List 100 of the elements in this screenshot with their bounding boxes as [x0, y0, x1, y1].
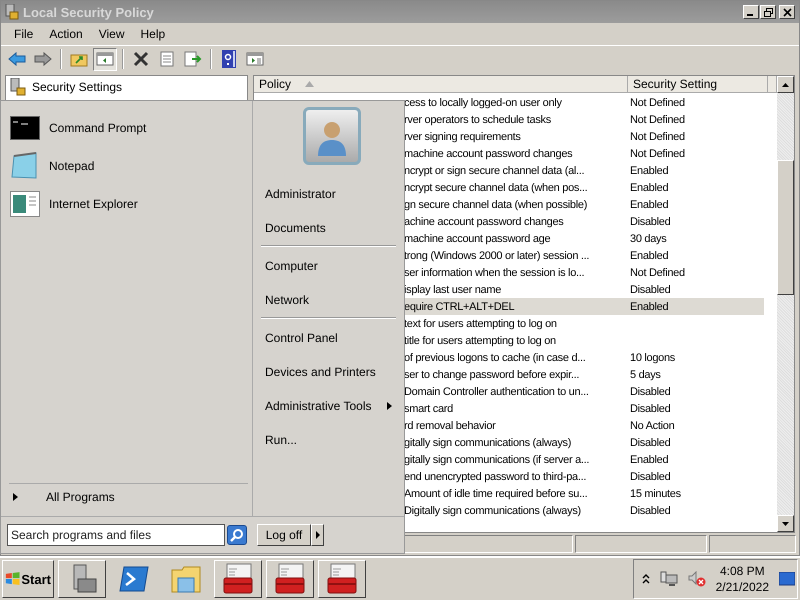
setting-value: Not Defined	[629, 130, 685, 142]
scroll-down-icon[interactable]	[782, 522, 789, 526]
triangle-right-icon	[316, 531, 320, 539]
taskbar-app-button[interactable]	[214, 560, 262, 598]
program-item[interactable]: Command Prompt	[9, 109, 248, 147]
table-row[interactable]: ser to change password before expir... 5 days	[402, 366, 764, 383]
vertical-scrollbar[interactable]	[777, 76, 794, 532]
taskbar-app-button[interactable]	[266, 560, 314, 598]
taskbar-app-button[interactable]	[318, 560, 366, 598]
table-row[interactable]: cess to locally logged-on user only Not Defined	[402, 94, 764, 111]
menu-item[interactable]: Help	[134, 25, 172, 43]
terminal-icon	[9, 116, 41, 140]
policy-name: gitally sign communications (always)	[403, 436, 572, 448]
program-item[interactable]: Notepad	[9, 147, 248, 185]
restore-button[interactable]	[760, 5, 776, 19]
policy-name: rver operators to schedule tasks	[403, 114, 552, 126]
scroll-up-icon[interactable]	[782, 82, 789, 86]
table-row[interactable]: equire CTRL+ALT+DEL Enabled	[402, 298, 764, 315]
restore-icon	[764, 8, 772, 16]
policy-name: ncrypt or sign secure channel data (al...	[403, 164, 586, 176]
setting-value: Not Defined	[629, 266, 685, 278]
table-row[interactable]: isplay last user name Disabled	[402, 281, 764, 298]
table-row[interactable]: rver operators to schedule tasks Not Defined	[402, 111, 764, 128]
setting-value: Disabled	[629, 504, 670, 516]
policy-name: machine account password age	[403, 232, 552, 244]
setting-value: 10 logons	[629, 352, 676, 364]
table-row[interactable]: Amount of idle time required before su... 15 minutes	[402, 485, 764, 502]
column-header[interactable]: Security Setting	[628, 76, 768, 93]
policy-name: ser to change password before expir...	[403, 368, 580, 380]
policy-name: achine account password changes	[403, 216, 564, 228]
menu-item[interactable]: View	[92, 25, 132, 43]
start-menu-link[interactable]: Computer	[263, 249, 396, 283]
setting-value: Not Defined	[629, 114, 685, 126]
table-row[interactable]: title for users attempting to log on	[402, 332, 764, 349]
table-row[interactable]: machine account password age 30 days	[402, 230, 764, 247]
column-header	[768, 76, 777, 93]
start-menu-link[interactable]: Network	[263, 283, 396, 317]
setting-value: Disabled	[629, 386, 670, 398]
start-button[interactable]: Start	[2, 560, 54, 598]
clock-time[interactable]: 4:08 PM	[720, 564, 765, 578]
column-header[interactable]: Policy	[254, 76, 628, 93]
search-button[interactable]	[227, 525, 247, 545]
setting-value: Enabled	[629, 182, 668, 194]
table-row[interactable]: ser information when the session is lo... Not Defined	[402, 264, 764, 281]
show-desktop-icon[interactable]	[779, 572, 795, 586]
table-row[interactable]: smart card Disabled	[402, 400, 764, 417]
log-off-button[interactable]: Log off	[257, 524, 311, 546]
user-avatar	[302, 107, 360, 165]
setting-value: Disabled	[629, 470, 670, 482]
tree-item[interactable]: Security Settings	[32, 80, 122, 94]
table-row[interactable]: Digitally sign communications (always) Disabled	[402, 502, 764, 519]
setting-value: 30 days	[629, 232, 666, 244]
table-row[interactable]: ncrypt secure channel data (when pos... Enabled	[402, 179, 764, 196]
program-item[interactable]: Internet Explorer	[9, 185, 248, 223]
table-row[interactable]: trong (Windows 2000 or later) session ... Enabled	[402, 247, 764, 264]
setting-value: Not Defined	[629, 148, 685, 160]
start-menu-link[interactable]: Devices and Printers	[263, 355, 396, 389]
table-row[interactable]: gitally sign communications (if server a... Enabled	[402, 451, 764, 468]
console-tree-icon[interactable]	[93, 48, 117, 70]
all-programs-item[interactable]: All Programs	[9, 483, 248, 512]
table-row[interactable]: rd removal behavior No Action	[402, 417, 764, 434]
table-row[interactable]: Domain Controller authentication to un... Disabled	[402, 383, 764, 400]
clock-date[interactable]: 2/21/2022	[716, 580, 769, 594]
window-title: Local Security Policy	[23, 4, 154, 20]
policy-name: ser information when the session is lo...	[403, 266, 586, 278]
menu-item[interactable]: File	[7, 25, 40, 43]
table-row[interactable]: text for users attempting to log on	[402, 315, 764, 332]
policy-name: text for users attempting to log on	[403, 318, 558, 330]
table-row[interactable]: machine account password changes Not Defined	[402, 145, 764, 162]
folder-icon	[170, 564, 202, 594]
taskbar-app-button[interactable]	[58, 560, 106, 598]
policy-name: gitally sign communications (if server a...	[403, 454, 590, 466]
table-row[interactable]: achine account password changes Disabled	[402, 213, 764, 230]
start-menu-link[interactable]: Documents	[263, 211, 396, 245]
toolbox-icon	[325, 563, 359, 595]
search-field[interactable]: Search programs and files	[7, 524, 225, 546]
setting-value: Disabled	[629, 284, 670, 296]
setting-value: No Action	[629, 420, 674, 432]
table-row[interactable]: ncrypt or sign secure channel data (al... Enabled	[402, 162, 764, 179]
policy-name: Digitally sign communications (always)	[403, 504, 582, 516]
terminal-icon	[118, 565, 150, 593]
policy-name: machine account password changes	[403, 148, 574, 160]
start-menu-link[interactable]: Administrator	[263, 177, 396, 211]
policy-name: equire CTRL+ALT+DEL	[403, 300, 516, 312]
menu-item[interactable]: Action	[42, 25, 90, 43]
network-icon[interactable]	[660, 571, 678, 587]
policy-name: rver signing requirements	[403, 130, 522, 142]
table-row[interactable]: gitally sign communications (always) Disabled	[402, 434, 764, 451]
volume-muted-icon[interactable]	[688, 571, 706, 587]
start-menu-link[interactable]: Administrative Tools	[263, 389, 396, 423]
start-menu-link[interactable]: Control Panel	[263, 321, 396, 355]
toolbox-icon	[273, 563, 307, 595]
table-row[interactable]: rver signing requirements Not Defined	[402, 128, 764, 145]
shutdown-options-button[interactable]	[311, 524, 324, 546]
close-button[interactable]	[779, 5, 795, 19]
minimize-button[interactable]	[743, 5, 759, 19]
table-row[interactable]: end unencrypted password to third-pa... Disabled	[402, 468, 764, 485]
start-menu-link[interactable]: Run...	[263, 423, 396, 457]
policy-name: rd removal behavior	[403, 420, 497, 432]
chevron-up-icon[interactable]	[642, 574, 650, 584]
